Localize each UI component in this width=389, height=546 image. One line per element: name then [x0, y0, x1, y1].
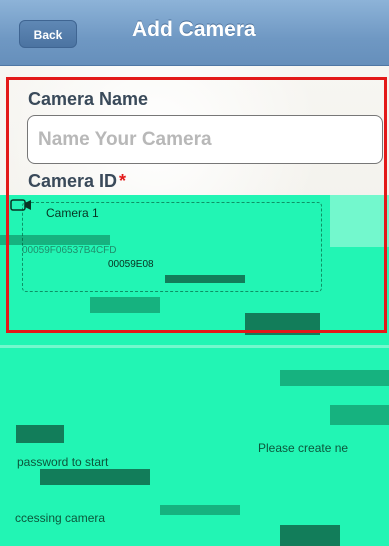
back-button[interactable]: Back	[19, 20, 77, 48]
page-title: Add Camera	[132, 18, 256, 41]
message-line-2: password to start	[17, 455, 109, 469]
selection-highlight	[6, 77, 387, 333]
screen: Back Add Camera Camera Name Camera ID* C…	[0, 0, 389, 546]
navigation-bar: Back Add Camera	[0, 0, 389, 66]
message-line-1: Please create ne	[258, 441, 349, 455]
message-line-3: ccessing camera	[15, 511, 106, 525]
